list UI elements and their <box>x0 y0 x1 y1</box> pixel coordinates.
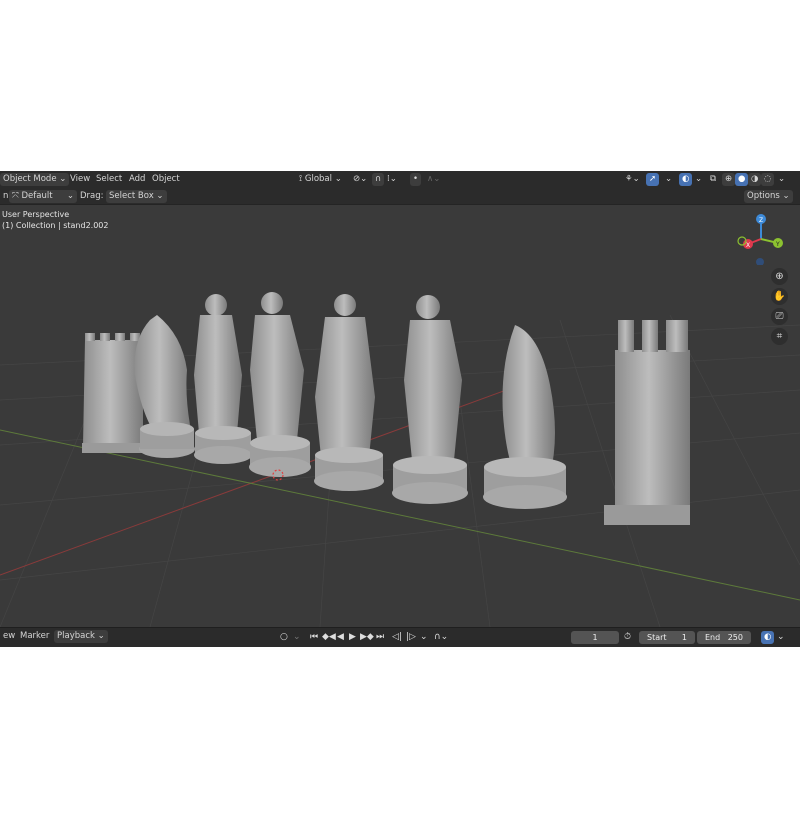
shading-solid-icon[interactable]: ● <box>735 173 749 186</box>
chevron-down-icon[interactable]: ⌄ <box>777 631 785 644</box>
pivot-point-icon[interactable]: ⊘⌄ <box>350 173 370 186</box>
snap-target-icon[interactable]: ⁞⌄ <box>384 173 400 186</box>
play-icon[interactable]: ▶ <box>349 631 356 644</box>
timeline-overlay-icon[interactable]: ◐ <box>761 631 775 644</box>
proportional-edit-icon[interactable]: • <box>410 173 422 186</box>
menu-view[interactable]: View <box>67 173 93 186</box>
jump-start-icon[interactable]: ⏮ <box>310 631 318 644</box>
knight-piece-right[interactable] <box>483 325 567 509</box>
transform-orientation-icon: ⟟ <box>299 174 303 184</box>
3d-viewport[interactable]: User Perspective (1) Collection | stand2… <box>0 205 800 627</box>
menu-object[interactable]: Object <box>149 173 183 186</box>
rook-piece-right[interactable] <box>604 320 690 525</box>
next-keyframe-icon[interactable]: ▶◆ <box>360 631 374 644</box>
prev-marker-icon[interactable]: ◁| <box>392 631 402 644</box>
options-label: Options <box>747 191 780 201</box>
menu-view-timeline[interactable]: ew <box>0 630 18 643</box>
menu-select[interactable]: Select <box>93 173 125 186</box>
neg-z-axis-icon[interactable] <box>756 258 764 265</box>
drag-value: Select Box <box>109 191 154 201</box>
end-value: 250 <box>727 633 743 642</box>
end-frame-field[interactable]: End 250 <box>697 631 751 644</box>
xray-toggle-icon[interactable]: ⧉ <box>707 173 719 186</box>
orientation-value: Default <box>21 191 53 201</box>
hand-pan-icon[interactable]: ✋ <box>771 288 788 305</box>
snap-icon[interactable]: ∩ <box>372 173 385 186</box>
orientation-selector[interactable]: ⤧ Default ⌄ <box>9 190 77 203</box>
legionary-piece-2[interactable] <box>392 295 468 504</box>
next-marker-icon[interactable]: |▷ <box>406 631 416 644</box>
zoom-icon[interactable]: ⊕ <box>771 268 788 285</box>
shading-rendered-icon[interactable]: ◌ <box>761 173 775 186</box>
magnet-icon[interactable]: ∩⌄ <box>434 631 448 644</box>
mode-selector[interactable]: Object Mode ⌄ <box>0 173 70 186</box>
timeline-header: ew Marker Playback ⌄ ○ ⌄ ⏮ ◆◀ ◀ ▶ ▶◆ ⏭ ◁… <box>0 627 800 647</box>
gizmo-toggle-icon[interactable]: ➚ <box>646 173 660 186</box>
playback-menu[interactable]: Playback ⌄ <box>54 630 108 643</box>
prev-keyframe-icon[interactable]: ◆◀ <box>322 631 336 644</box>
y-axis-label: Y <box>775 241 780 248</box>
gizmo-dropdown-icon[interactable]: ⌄ <box>662 173 675 186</box>
blender-window: Object Mode ⌄ View Select Add Object ⟟ G… <box>0 171 800 647</box>
chevron-down-icon[interactable]: ⌄ <box>420 631 428 644</box>
keying-dropdown-icon[interactable]: ⌄ <box>293 631 301 644</box>
shading-dropdown-icon[interactable]: ⌄ <box>775 173 788 186</box>
knight-piece-left[interactable] <box>134 315 195 458</box>
view-name: User Perspective <box>2 210 70 219</box>
transform-orientation-selector[interactable]: ⟟ Global ⌄ <box>296 173 345 186</box>
overlays-toggle-icon[interactable]: ◐ <box>679 173 693 186</box>
emperor-piece[interactable] <box>249 292 311 481</box>
end-label: End <box>705 633 721 642</box>
collection-info: (1) Collection | stand2.002 <box>2 221 109 230</box>
transform-orientation-label: Global <box>304 174 332 184</box>
options-button[interactable]: Options ⌄ <box>744 190 793 203</box>
menu-marker[interactable]: Marker <box>17 630 52 643</box>
play-reverse-icon[interactable]: ◀ <box>337 631 344 644</box>
x-axis-label: X <box>746 242 750 249</box>
auto-keying-icon[interactable]: ○ <box>280 631 288 644</box>
viewport-header: Object Mode ⌄ View Select Add Object ⟟ G… <box>0 171 800 188</box>
rook-piece-left[interactable] <box>82 333 144 453</box>
scene-canvas[interactable] <box>0 205 800 627</box>
queen-piece[interactable] <box>314 294 384 491</box>
mode-selector-label: Object Mode <box>3 174 57 184</box>
visibility-selector-icon[interactable]: ⚘⌄ <box>622 173 643 186</box>
falloff-icon[interactable]: ∧⌄ <box>424 173 443 186</box>
start-value: 1 <box>681 633 687 642</box>
shading-material-icon[interactable]: ◑ <box>748 173 762 186</box>
legionary-piece-1[interactable] <box>194 294 252 464</box>
camera-icon[interactable]: ⎚ <box>771 308 788 325</box>
orientation-icon: ⤧ <box>12 191 19 201</box>
current-frame-field[interactable]: 1 <box>571 631 619 644</box>
jump-end-icon[interactable]: ⏭ <box>376 631 384 644</box>
stopwatch-icon[interactable]: ⏱ <box>624 631 631 644</box>
start-label: Start <box>647 633 667 642</box>
tool-settings-header: n: ⤧ Default ⌄ Drag: Select Box ⌄ Option… <box>0 188 800 205</box>
z-axis-label: Z <box>759 217 763 224</box>
overlays-dropdown-icon[interactable]: ⌄ <box>692 173 705 186</box>
ortho-grid-icon[interactable]: ⌗ <box>771 328 788 345</box>
drag-label: Drag: <box>80 191 104 201</box>
navigation-gizmo[interactable]: Z X Y <box>735 210 790 265</box>
shading-wireframe-icon[interactable]: ⊕ <box>722 173 736 186</box>
chevron-down-icon: ⌄ <box>66 191 74 201</box>
start-frame-field[interactable]: Start 1 <box>639 631 695 644</box>
drag-selector[interactable]: Select Box ⌄ <box>106 190 167 203</box>
menu-add[interactable]: Add <box>126 173 148 186</box>
playback-label: Playback <box>57 631 95 641</box>
